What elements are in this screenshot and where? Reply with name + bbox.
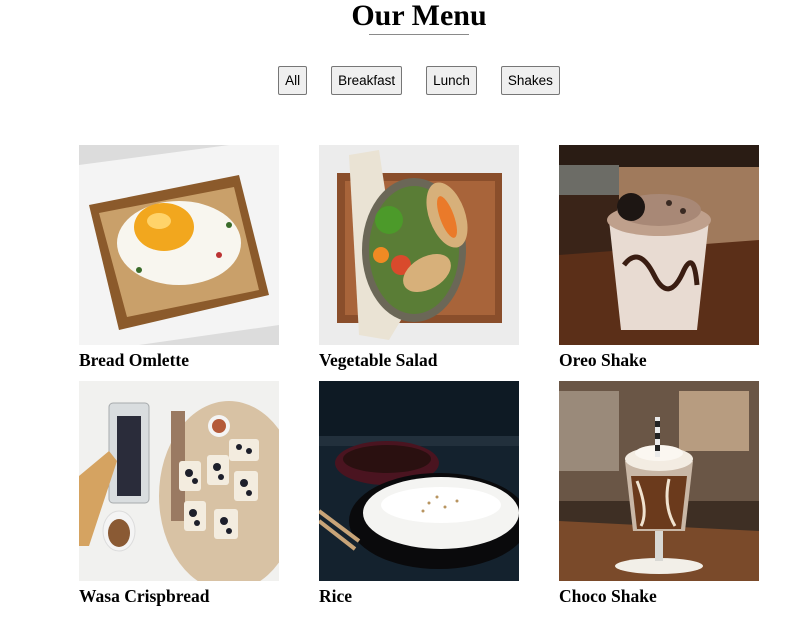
menu-item-name: Wasa Crispbread [79,586,210,606]
choco-shake-photo [559,381,759,581]
filter-breakfast-button[interactable]: Breakfast [331,66,403,95]
menu-grid: Bread Omlette Vegetable Salad Oreo Shake… [79,145,759,606]
menu-page: Our Menu All Breakfast Lunch Shakes Brea… [0,0,793,644]
menu-item-card[interactable]: Bread Omlette [79,145,279,370]
menu-item-card[interactable]: Oreo Shake [559,145,759,370]
menu-item-name: Vegetable Salad [319,350,438,370]
filter-lunch-button[interactable]: Lunch [426,66,477,95]
rice-photo [319,381,519,581]
menu-item-card[interactable]: Choco Shake [559,381,759,606]
title-underline [369,34,469,35]
menu-item-card[interactable]: Rice [319,381,519,606]
menu-item-name: Rice [319,586,353,606]
wasa-crispbread-photo [79,381,279,581]
filter-all-button[interactable]: All [278,66,308,95]
filter-shakes-button[interactable]: Shakes [500,66,560,95]
menu-item-name: Oreo Shake [559,350,647,370]
menu-item-name: Bread Omlette [79,350,189,370]
filter-bar: All Breakfast Lunch Shakes [0,66,793,95]
menu-item-name: Choco Shake [559,586,657,606]
page-title: Our Menu [351,0,487,32]
oreo-shake-photo [559,145,759,345]
menu-item-card[interactable]: Vegetable Salad [319,145,519,370]
vegetable-salad-photo [319,145,519,345]
bread-omlette-photo [79,145,279,345]
menu-item-card[interactable]: Wasa Crispbread [79,381,279,606]
